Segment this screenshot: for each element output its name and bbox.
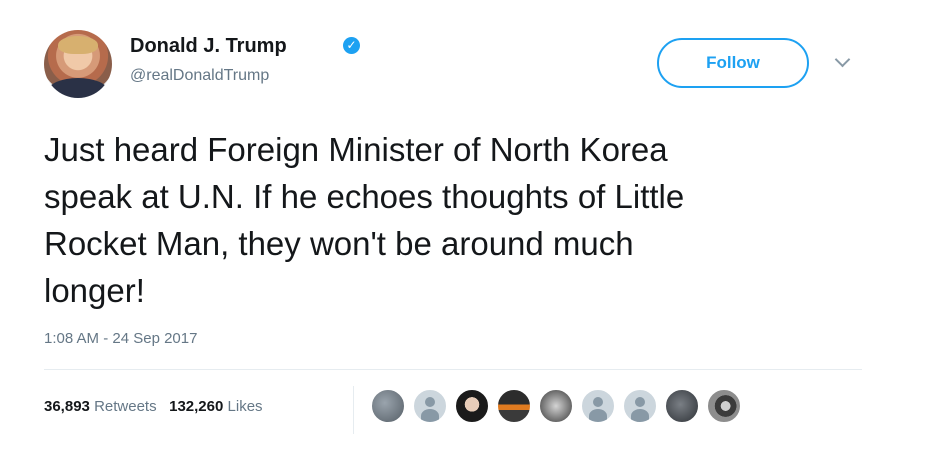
author-handle[interactable]: @realDonaldTrump	[130, 67, 269, 85]
retweets-count[interactable]: 36,893	[44, 398, 90, 415]
tweet-stats: 36,893 Retweets 132,260 Likes	[44, 398, 263, 415]
tweet-text: Just heard Foreign Minister of North Kor…	[44, 131, 685, 309]
liker-avatar[interactable]	[496, 388, 532, 424]
liker-avatar[interactable]	[664, 388, 700, 424]
likes-count[interactable]: 132,260	[169, 398, 223, 415]
liker-avatar-default[interactable]	[622, 388, 658, 424]
likes-label[interactable]: Likes	[228, 398, 263, 415]
liker-avatar[interactable]	[370, 388, 406, 424]
liker-avatar[interactable]	[538, 388, 574, 424]
retweets-label[interactable]: Retweets	[94, 398, 157, 415]
tweet-card: Donald J. Trump ✓ @realDonaldTrump Follo…	[0, 0, 932, 470]
liker-avatar[interactable]	[454, 388, 490, 424]
chevron-down-icon[interactable]	[834, 51, 851, 68]
author-avatar[interactable]	[44, 30, 112, 98]
tweet-timestamp[interactable]: 1:08 AM - 24 Sep 2017	[44, 330, 197, 347]
follow-button[interactable]: Follow	[657, 38, 809, 88]
avatar-hair	[58, 36, 98, 54]
verified-badge-icon: ✓	[343, 37, 360, 54]
liker-avatar[interactable]	[706, 388, 742, 424]
author-name[interactable]: Donald J. Trump	[130, 35, 287, 58]
stats-separator	[353, 386, 354, 434]
liker-avatar-default[interactable]	[412, 388, 448, 424]
avatar-suit	[48, 78, 108, 98]
follow-button-label: Follow	[706, 53, 760, 72]
liker-avatar-default[interactable]	[580, 388, 616, 424]
divider	[44, 369, 862, 370]
